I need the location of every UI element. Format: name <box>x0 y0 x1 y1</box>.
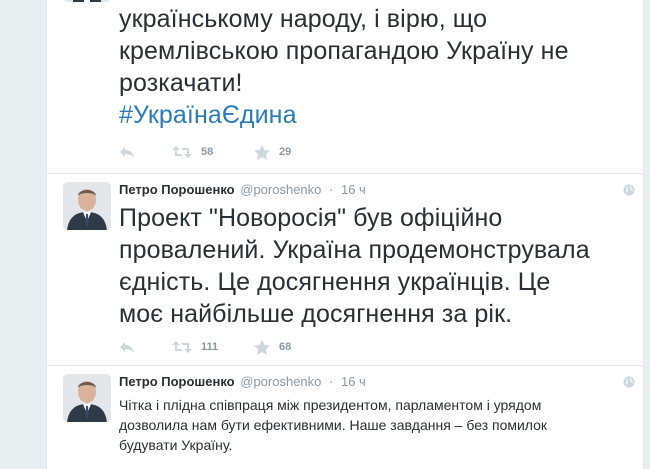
retweet-button[interactable]: 111 <box>172 337 218 357</box>
retweet-count: 111 <box>201 341 219 353</box>
tweet-text-line: провалений. Україна продемонструвала <box>119 236 590 264</box>
retweet-icon <box>172 340 192 354</box>
avatar[interactable] <box>63 182 111 230</box>
tweet-text: українському народу, і вірю, що кремлівс… <box>119 3 625 131</box>
star-icon <box>254 144 270 160</box>
tweet-text: Чітка і плідна співпраця між президентом… <box>119 395 625 455</box>
timestamp-link[interactable]: 16 ч <box>341 374 366 389</box>
favorite-count: 29 <box>279 146 292 158</box>
tweet-header: Петро Порошенко @poroshenko · 16 ч <box>119 374 631 392</box>
globe-icon <box>623 376 635 388</box>
favorite-count: 68 <box>279 341 292 353</box>
tweet-text-line: моє найбільше досягнення за рік. <box>119 300 513 328</box>
author-handle[interactable]: @poroshenko <box>240 182 321 197</box>
timeline: українському народу, і вірю, що кремлівс… <box>46 0 644 469</box>
tweet-text-line: Чітка і плідна співпраця між президентом… <box>119 397 542 413</box>
favorite-button[interactable]: 29 <box>254 142 291 162</box>
reply-icon <box>119 340 135 354</box>
tweet-text-line: єдність. Це досягнення українців. Це <box>119 268 551 296</box>
tweet[interactable]: Петро Порошенко @poroshenko · 16 ч Проек… <box>47 174 643 366</box>
timestamp-link[interactable]: 16 ч <box>341 182 366 197</box>
hashtag-link[interactable]: #УкраїнаЄдина <box>119 99 625 131</box>
tweet-text-line: Проект "Новоросія" був офіційно <box>119 204 503 232</box>
tweet-text: Проект "Новоросія" був офіційно провален… <box>119 202 625 330</box>
tweet-text-line: українському народу, і вірю, що <box>119 5 488 33</box>
separator-dot: · <box>329 182 334 197</box>
author-name[interactable]: Петро Порошенко <box>119 374 235 389</box>
reply-button[interactable] <box>119 337 135 357</box>
tweet-text-line: розкачати! <box>119 69 243 97</box>
retweet-count: 58 <box>201 146 214 158</box>
author-handle[interactable]: @poroshenko <box>240 374 321 389</box>
reply-icon <box>119 145 135 159</box>
retweet-icon <box>172 145 192 159</box>
star-icon <box>254 339 270 355</box>
tweet-text-line: кремлівською пропагандою Україну не <box>119 37 569 65</box>
tweet-header: Петро Порошенко @poroshenko · 16 ч <box>119 182 631 200</box>
tweet[interactable]: Петро Порошенко @poroshenko · 16 ч Чітка… <box>47 366 643 469</box>
avatar[interactable] <box>63 374 111 422</box>
globe-icon <box>623 184 635 196</box>
favorite-button[interactable]: 68 <box>254 337 291 357</box>
avatar[interactable] <box>63 0 111 2</box>
separator-dot: · <box>329 374 334 389</box>
tweet[interactable]: українському народу, і вірю, що кремлівс… <box>47 0 643 174</box>
tweet-text-line: дозволила нам бути ефективними. Наше зав… <box>119 417 548 433</box>
reply-button[interactable] <box>119 142 135 162</box>
retweet-button[interactable]: 58 <box>172 142 213 162</box>
tweet-text-line: будувати Україну. <box>119 437 233 453</box>
author-name[interactable]: Петро Порошенко <box>119 182 235 197</box>
